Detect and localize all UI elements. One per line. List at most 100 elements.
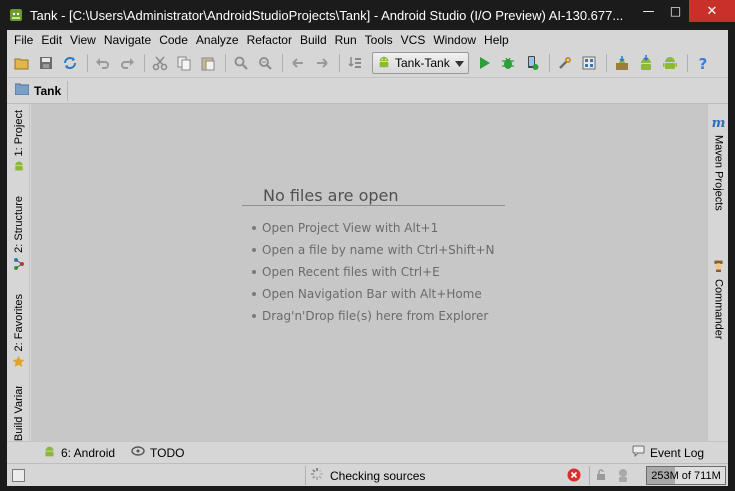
back-icon[interactable] bbox=[287, 52, 309, 74]
tip-item: Open Navigation Bar with Alt+Home bbox=[252, 283, 495, 305]
main-toolbar: Tank-Tank ? bbox=[7, 49, 728, 78]
toolbar-separator bbox=[144, 54, 145, 72]
menu-run[interactable]: Run bbox=[331, 33, 361, 47]
attach-debugger-icon[interactable] bbox=[521, 52, 543, 74]
title-bar: Tank - [C:\Users\Administrator\AndroidSt… bbox=[0, 0, 735, 30]
menu-build[interactable]: Build bbox=[296, 33, 331, 47]
lock-icon[interactable] bbox=[595, 469, 607, 484]
tab-event-log[interactable]: Event Log bbox=[632, 445, 704, 460]
tab-project[interactable]: 1: Project bbox=[7, 110, 30, 175]
toolbar-separator bbox=[282, 54, 283, 72]
forward-icon[interactable] bbox=[311, 52, 333, 74]
menu-view[interactable]: View bbox=[66, 33, 100, 47]
tool-windows-toggle[interactable] bbox=[12, 469, 25, 482]
find-icon[interactable] bbox=[230, 52, 252, 74]
menu-file[interactable]: File bbox=[10, 33, 37, 47]
redo-icon[interactable] bbox=[116, 52, 138, 74]
maven-icon: m bbox=[711, 116, 726, 131]
inspector-icon[interactable] bbox=[615, 467, 631, 486]
tab-structure[interactable]: 2: Structure bbox=[7, 196, 30, 274]
settings-icon[interactable] bbox=[554, 52, 576, 74]
open-folder-icon[interactable] bbox=[11, 52, 33, 74]
tab-android[interactable]: 6: Android bbox=[43, 445, 115, 461]
tab-event-log-label: Event Log bbox=[650, 445, 705, 460]
tab-build-variants[interactable]: Build Variants bbox=[7, 386, 30, 441]
tip-text: Open Recent files with Ctrl+E bbox=[262, 265, 440, 279]
toolbar-separator bbox=[548, 54, 550, 72]
toolbar-separator bbox=[87, 54, 88, 72]
undo-icon[interactable] bbox=[92, 52, 114, 74]
left-tool-strip: 1: Project 2: Structure 2: Favorites Bui… bbox=[7, 104, 30, 441]
tab-favorites[interactable]: 2: Favorites bbox=[7, 294, 30, 371]
tab-maven-projects[interactable]: m Maven Projects bbox=[708, 116, 729, 211]
tip-item: Drag'n'Drop file(s) here from Explorer bbox=[252, 305, 495, 327]
memory-indicator[interactable]: 253M of 711M bbox=[646, 466, 726, 485]
paste-icon[interactable] bbox=[197, 52, 219, 74]
empty-editor-title: No files are open bbox=[263, 186, 399, 205]
menu-window[interactable]: Window bbox=[429, 33, 480, 47]
avd-manager-icon[interactable] bbox=[635, 52, 657, 74]
background-task[interactable]: Checking sources bbox=[311, 468, 425, 483]
structure-icon bbox=[13, 257, 25, 274]
menu-bar: File Edit View Navigate Code Analyze Ref… bbox=[7, 30, 728, 49]
title-divider bbox=[242, 205, 505, 206]
sync-icon[interactable] bbox=[59, 52, 81, 74]
run-config-combo[interactable]: Tank-Tank bbox=[372, 52, 469, 74]
menu-help[interactable]: Help bbox=[480, 33, 513, 47]
copy-icon[interactable] bbox=[173, 52, 195, 74]
tab-favorites-label: 2: Favorites bbox=[12, 294, 25, 352]
right-tool-strip: m Maven Projects Commander bbox=[707, 104, 728, 441]
android-studio-app-icon[interactable] bbox=[8, 7, 24, 23]
bullet-icon bbox=[252, 248, 256, 252]
cut-icon[interactable] bbox=[149, 52, 171, 74]
toolbar-separator bbox=[339, 54, 340, 72]
tab-android-label: 6: Android bbox=[61, 446, 116, 460]
bullet-icon bbox=[252, 314, 256, 318]
breadcrumb[interactable]: Tank bbox=[14, 80, 69, 101]
maximize-button[interactable]: □ bbox=[662, 0, 689, 22]
tip-text: Drag'n'Drop file(s) here from Explorer bbox=[262, 309, 489, 323]
cancel-task-button[interactable] bbox=[567, 468, 581, 485]
project-structure-icon[interactable] bbox=[578, 52, 600, 74]
minimize-button[interactable]: — bbox=[635, 0, 662, 22]
bottom-tool-strip: 6: Android TODO Event Log bbox=[7, 441, 728, 463]
window-title: Tank - [C:\Users\Administrator\AndroidSt… bbox=[30, 7, 624, 23]
memory-text: 253M of 711M bbox=[651, 469, 721, 482]
toolbar-separator bbox=[686, 54, 688, 72]
menu-vcs[interactable]: VCS bbox=[397, 33, 430, 47]
bullet-icon bbox=[252, 292, 256, 296]
tab-maven-projects-label: Maven Projects bbox=[712, 135, 725, 211]
ide-frame: File Edit View Navigate Code Analyze Ref… bbox=[7, 30, 728, 486]
editor-area[interactable]: No files are open Open Project View with… bbox=[31, 104, 707, 441]
menu-edit[interactable]: Edit bbox=[37, 33, 66, 47]
sdk-manager-icon[interactable] bbox=[611, 52, 633, 74]
menu-code[interactable]: Code bbox=[155, 33, 192, 47]
status-bar: Checking sources 253M of 711M bbox=[7, 463, 728, 486]
folder-icon bbox=[14, 83, 30, 98]
menu-navigate[interactable]: Navigate bbox=[100, 33, 155, 47]
chevron-down-icon bbox=[454, 56, 464, 70]
tab-commander[interactable]: Commander bbox=[708, 259, 729, 340]
progress-text: Checking sources bbox=[330, 468, 426, 483]
spinner-icon bbox=[311, 468, 323, 483]
svg-text:?: ? bbox=[698, 55, 707, 71]
help-icon[interactable]: ? bbox=[692, 52, 714, 74]
debug-icon[interactable] bbox=[497, 52, 519, 74]
replace-icon[interactable] bbox=[254, 52, 276, 74]
android-sync-icon[interactable] bbox=[659, 52, 681, 74]
status-divider bbox=[589, 466, 590, 485]
tip-text: Open Project View with Alt+1 bbox=[262, 221, 439, 235]
tip-text: Open Navigation Bar with Alt+Home bbox=[262, 287, 482, 301]
run-icon[interactable] bbox=[473, 52, 495, 74]
bullet-icon bbox=[252, 270, 256, 274]
close-button[interactable]: ✕ bbox=[689, 0, 735, 22]
menu-refactor[interactable]: Refactor bbox=[243, 33, 296, 47]
tab-project-label: 1: Project bbox=[12, 110, 25, 157]
menu-tools[interactable]: Tools bbox=[361, 33, 397, 47]
android-icon bbox=[43, 445, 56, 461]
save-icon[interactable] bbox=[35, 52, 57, 74]
tab-commander-label: Commander bbox=[712, 279, 725, 340]
menu-analyze[interactable]: Analyze bbox=[192, 33, 243, 47]
tab-todo[interactable]: TODO bbox=[131, 445, 184, 460]
make-project-icon[interactable] bbox=[344, 52, 366, 74]
